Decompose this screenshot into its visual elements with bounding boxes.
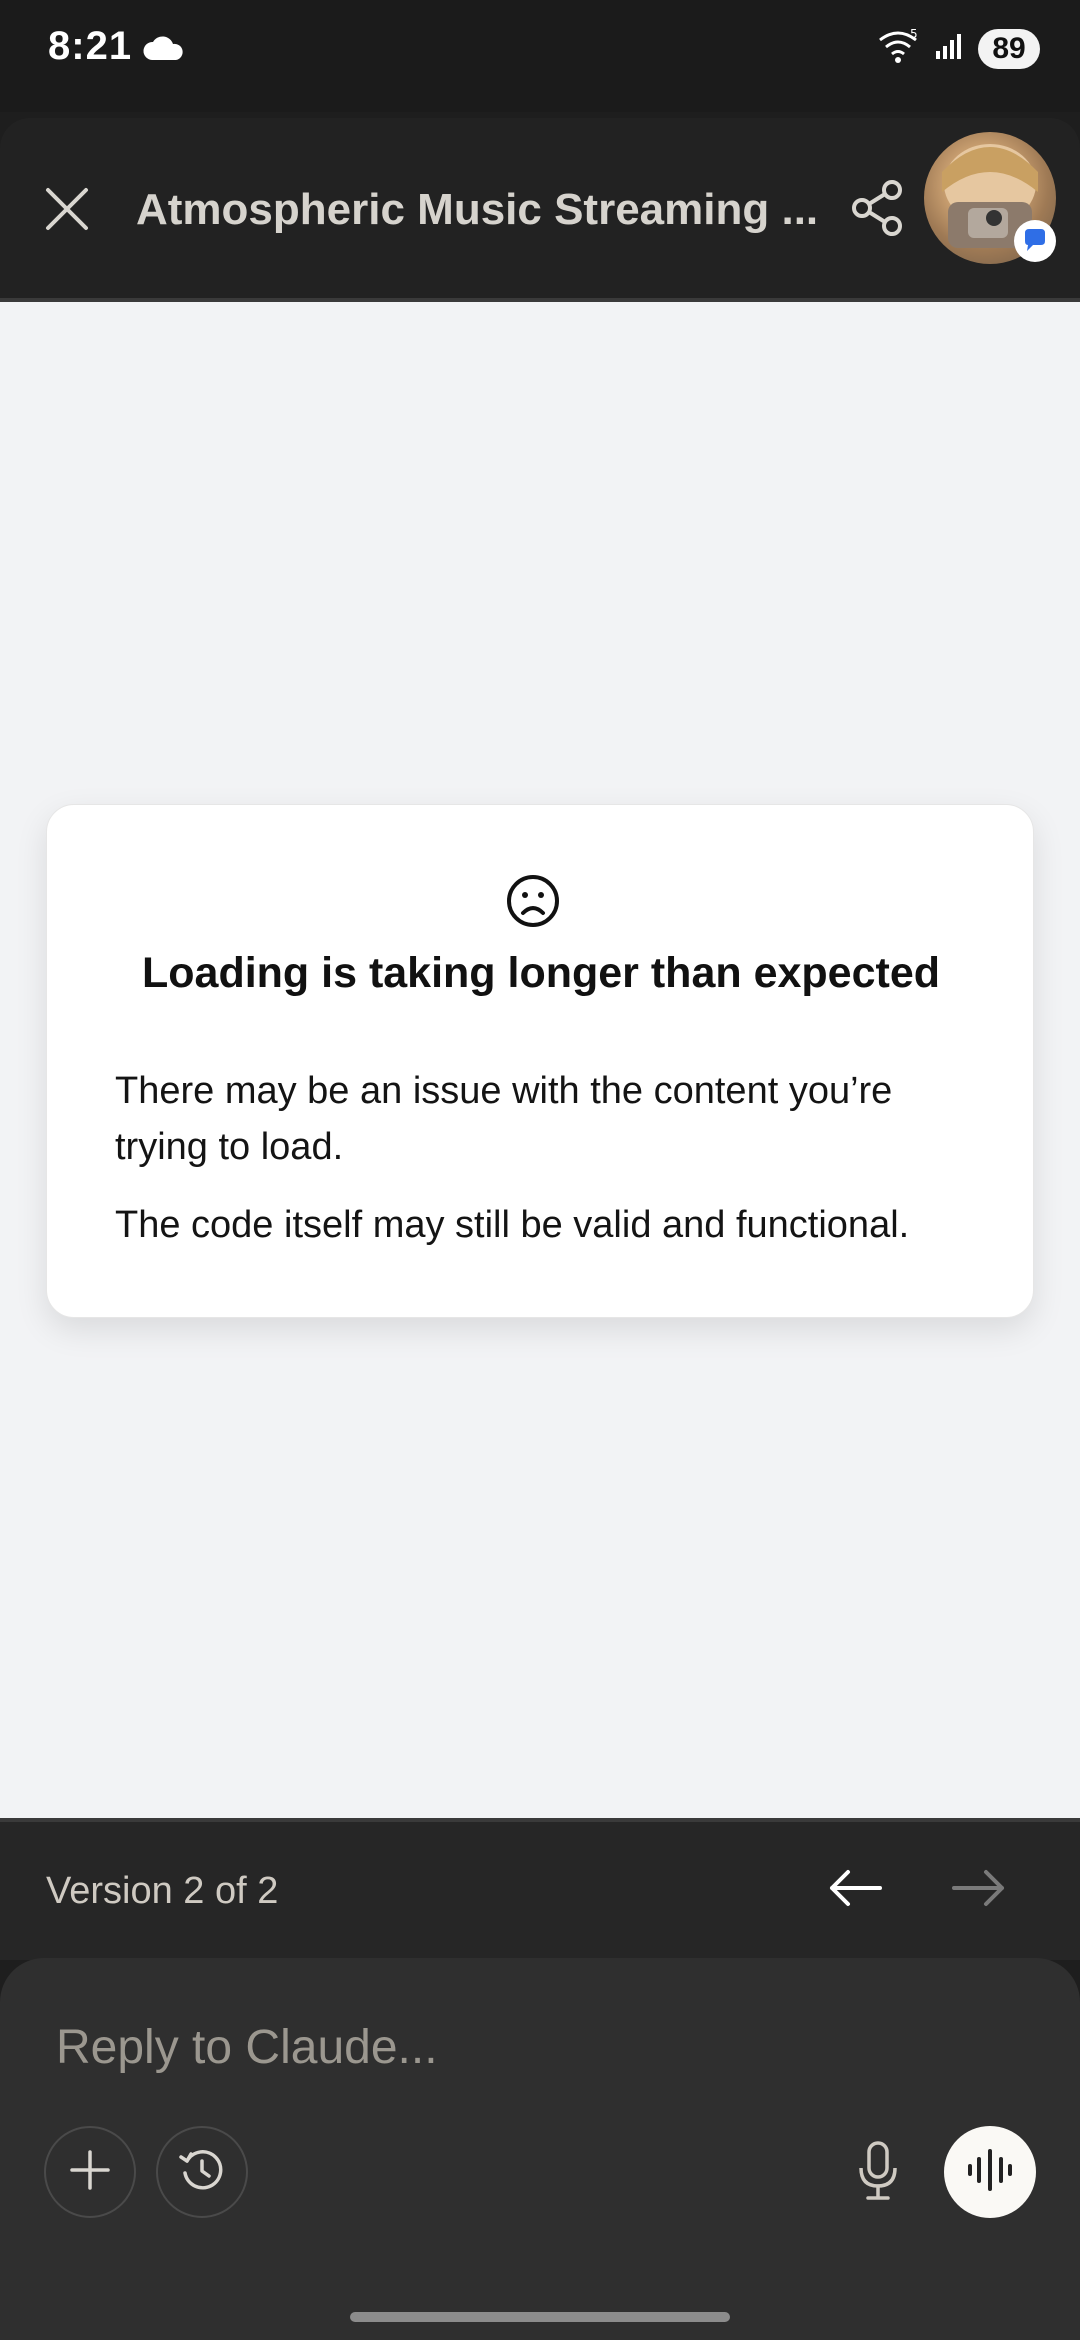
sad-face-icon bbox=[505, 873, 575, 943]
error-title: Loading is taking longer than expected bbox=[142, 949, 940, 997]
error-card: Loading is taking longer than expected T… bbox=[46, 804, 1034, 1318]
microphone-icon bbox=[856, 2140, 900, 2207]
svg-text:5: 5 bbox=[910, 28, 918, 41]
error-message: There may be an issue with the content y… bbox=[115, 1070, 893, 1168]
home-indicator[interactable] bbox=[350, 2312, 730, 2322]
voice-waveform-icon bbox=[965, 2147, 1015, 2198]
close-icon bbox=[44, 186, 90, 237]
history-button[interactable] bbox=[156, 2126, 248, 2218]
chat-badge-icon bbox=[1014, 220, 1056, 262]
arrow-left-icon bbox=[826, 1868, 884, 1913]
arrow-right-icon bbox=[950, 1868, 1008, 1913]
add-attachment-button[interactable] bbox=[44, 2126, 136, 2218]
artifact-title: Atmospheric Music Streaming ... bbox=[136, 185, 816, 234]
wifi-icon: 5 bbox=[876, 27, 920, 69]
status-right: 5 89 bbox=[876, 27, 1040, 69]
version-bar: Version 2 of 2 bbox=[0, 1822, 1080, 1960]
next-version-button[interactable] bbox=[944, 1864, 1014, 1916]
reply-input[interactable] bbox=[54, 2012, 954, 2082]
error-note: The code itself may still be valid and f… bbox=[115, 1204, 910, 1246]
cloud-icon bbox=[142, 34, 186, 67]
history-icon bbox=[177, 2145, 227, 2200]
reply-composer bbox=[0, 1958, 1080, 2340]
version-label: Version 2 of 2 bbox=[46, 1870, 279, 1912]
microphone-button[interactable] bbox=[846, 2138, 910, 2208]
share-button[interactable] bbox=[842, 174, 914, 246]
plus-icon bbox=[68, 2148, 112, 2197]
artifact-header: Atmospheric Music Streaming ... bbox=[0, 118, 1080, 300]
share-icon bbox=[848, 178, 908, 243]
previous-version-button[interactable] bbox=[820, 1864, 890, 1916]
status-bar: 8:21 5 89 bbox=[0, 0, 1080, 112]
battery-icon: 89 bbox=[978, 28, 1040, 69]
artifact-preview-area: Loading is taking longer than expected T… bbox=[0, 302, 1080, 1820]
status-time: 8:21 bbox=[48, 24, 133, 68]
signal-icon bbox=[934, 31, 964, 66]
voice-mode-button[interactable] bbox=[944, 2126, 1036, 2218]
close-button[interactable] bbox=[36, 180, 98, 242]
